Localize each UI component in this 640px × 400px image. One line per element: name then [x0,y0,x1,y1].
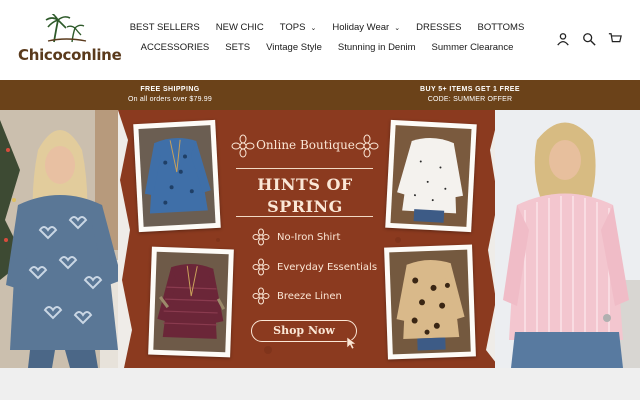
product-photo-white-dot[interactable] [385,119,477,233]
product-photo-burgundy-stripe[interactable] [148,246,234,358]
chevron-down-icon: ⌄ [310,24,317,32]
boutique-title: Online Boutique [256,138,355,152]
header-actions [556,32,622,46]
announcement-bar: FREE SHIPPING On all orders over $79.99 … [0,80,640,110]
nav-item-stunning-in-denim[interactable]: Stunning in Denim [338,42,416,53]
feature-item: No-Iron Shirt [252,228,412,246]
nav-item-label: Holiday Wear [332,22,390,33]
nav-item-tops[interactable]: TOPS ⌄ [280,22,317,33]
model-photo-right [495,110,640,368]
chevron-down-icon: ⌄ [394,24,401,32]
headline-line-2: SPRING [267,197,343,216]
promo-title: BUY 5+ ITEMS GET 1 FREE [420,86,520,93]
white-dot-blouse-image [390,125,472,227]
nav-row-secondary: ACCESSORIES SETS Vintage Style Stunning in … [122,42,532,53]
model-image-right [495,110,640,368]
model-image-left [0,110,135,368]
feature-label: No-Iron Shirt [277,231,341,243]
promo-code: CODE: SUMMER OFFER [427,96,513,103]
palm-tree-icon [45,14,87,43]
nav-item-bottoms[interactable]: BOTTOMS [478,22,525,33]
nav-item-accessories[interactable]: ACCESSORIES [141,42,210,53]
nav-item-label: NEW CHIC [215,22,264,33]
nav-item-best-sellers[interactable]: BEST SELLERS [130,22,200,33]
nav-item-dresses[interactable]: DRESSES [416,22,461,33]
feature-label: Everyday Essentials [277,261,378,273]
blue-leopard-shirt-image [138,125,216,227]
brand-logo[interactable]: Chicoconline [18,14,122,68]
nav-item-label: BOTTOMS [477,22,525,33]
burgundy-striped-top-image [153,251,229,353]
search-icon[interactable] [582,32,596,46]
account-icon[interactable] [556,32,570,46]
nav-item-new-chic[interactable]: NEW CHIC [216,22,264,33]
brand-name: Chicoconline [18,46,122,64]
page-content-area [0,368,640,400]
model-photo-left [0,110,135,368]
flower-icon [252,228,270,246]
cursor-icon [346,336,357,350]
feature-item: Breeze Linen [252,287,412,305]
nav-item-label: TOPS [279,22,306,33]
site-header: Chicoconline BEST SELLERS NEW CHIC TOPS ⌄ Ho… [0,0,640,80]
product-photo-leopard-blue[interactable] [133,119,221,233]
flower-icon [252,287,270,305]
nav-row-primary: BEST SELLERS NEW CHIC TOPS ⌄ Holiday Wear ⌄ DR… [122,22,532,33]
nav-item-label: BEST SELLERS [129,22,200,33]
shipping-announcement[interactable]: FREE SHIPPING On all orders over $79.99 [100,85,240,105]
divider-top [236,168,373,169]
nav-item-sets[interactable]: SETS [225,42,250,53]
nav-item-label: DRESSES [416,22,462,33]
shipping-subtitle: On all orders over $79.99 [128,96,212,103]
flower-icon [252,258,270,276]
nav-item-vintage-style[interactable]: Vintage Style [266,42,322,53]
feature-label: Breeze Linen [277,290,342,302]
headline-line-1: HINTS OF [257,175,353,194]
hero-headline: HINTS OF SPRING [230,174,380,218]
promo-announcement[interactable]: BUY 5+ ITEMS GET 1 FREE CODE: SUMMER OFF… [385,85,555,105]
nav-item-holiday-wear[interactable]: Holiday Wear ⌄ [332,22,400,33]
hero-banner[interactable]: Online Boutique HINTS OF SPRING No-Iron … [0,110,640,368]
cart-icon[interactable] [608,32,622,46]
feature-item: Everyday Essentials [252,258,412,276]
shop-now-button[interactable]: Shop Now [251,320,357,342]
shipping-title: FREE SHIPPING [140,86,200,93]
divider-bottom [236,216,373,217]
nav-item-summer-clearance[interactable]: Summer Clearance [432,42,514,53]
